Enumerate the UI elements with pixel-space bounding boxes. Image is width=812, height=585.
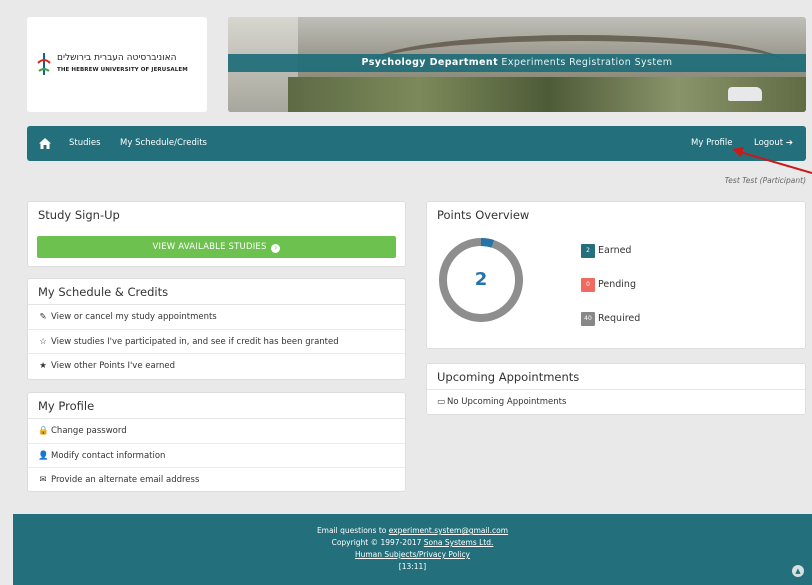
- upcoming-appointments-panel: Upcoming Appointments ▭ No Upcoming Appoi…: [426, 363, 806, 415]
- earned-badge: 2: [581, 244, 595, 258]
- profile-item-label: Provide an alternate email address: [51, 475, 200, 485]
- schedule-credits-panel: My Schedule & Credits ✎ View or cancel my…: [27, 278, 406, 380]
- pending-badge: 0: [581, 278, 595, 292]
- view-available-studies-label: VIEW AVAILABLE STUDIES: [152, 242, 267, 252]
- legend-pending-label: Pending: [598, 279, 636, 290]
- star-half-icon: ☆: [39, 336, 47, 347]
- schedule-item-appointments[interactable]: ✎ View or cancel my study appointments: [28, 305, 405, 330]
- edit-icon: ✎: [39, 312, 47, 322]
- banner-car: [728, 87, 762, 101]
- footer-time: [13:11]: [398, 562, 427, 571]
- schedule-item-participated[interactable]: ☆ View studies I've participated in, and …: [28, 330, 405, 354]
- footer-email-line: Email questions to experiment.system@gma…: [13, 525, 812, 537]
- banner-title-bold: Psychology Department: [361, 57, 499, 68]
- main-navbar: Studies My Schedule/Credits My Profile L…: [27, 126, 806, 161]
- footer-email-prefix: Email questions to: [316, 526, 389, 535]
- lock-icon: 🔒: [38, 426, 49, 436]
- schedule-item-label: View studies I've participated in, and s…: [51, 336, 339, 347]
- banner-title: Psychology Department Experiments Regist…: [228, 54, 806, 72]
- required-badge: 40: [581, 312, 595, 326]
- schedule-credits-title: My Schedule & Credits: [28, 279, 405, 305]
- legend-earned: 2 Earned: [581, 244, 631, 258]
- envelope-icon: ✉: [39, 475, 47, 485]
- university-emblem-icon: [37, 53, 51, 75]
- my-profile-title: My Profile: [28, 393, 405, 419]
- upcoming-appointments-title: Upcoming Appointments: [427, 364, 805, 390]
- university-logo: האוניברסיטה העברית בירושלים THE HEBREW U…: [27, 17, 207, 112]
- arrow-circle-right-icon: ›: [271, 244, 281, 253]
- home-icon[interactable]: [39, 138, 51, 149]
- logo-english-text: THE HEBREW UNIVERSITY OF JERUSALEM: [57, 67, 188, 73]
- banner-title-rest: Experiments Registration System: [498, 57, 673, 68]
- no-appointments-text: No Upcoming Appointments: [447, 397, 567, 407]
- footer-copyright-prefix: Copyright © 1997-2017: [331, 538, 424, 547]
- profile-item-label: Modify contact information: [51, 450, 166, 461]
- annotation-arrow-icon: [732, 147, 812, 174]
- nav-my-profile[interactable]: My Profile: [691, 126, 733, 161]
- logged-in-user: Test Test (Participant): [724, 176, 806, 185]
- page-footer: Email questions to experiment.system@gma…: [13, 514, 812, 585]
- points-overview-title: Points Overview: [437, 208, 530, 222]
- profile-item-label: Change password: [51, 426, 127, 436]
- nav-studies[interactable]: Studies: [69, 126, 101, 161]
- no-appointments-row: ▭ No Upcoming Appointments: [427, 390, 805, 415]
- footer-privacy-policy-link[interactable]: Human Subjects/Privacy Policy: [355, 550, 470, 559]
- footer-email-link[interactable]: experiment.system@gmail.com: [389, 526, 508, 535]
- footer-company-link[interactable]: Sona Systems Ltd.: [424, 538, 494, 547]
- schedule-item-label: View other Points I've earned: [51, 361, 176, 371]
- study-signup-title: Study Sign-Up: [38, 208, 120, 222]
- my-profile-panel: My Profile 🔒 Change password 👤 Modify cont…: [27, 392, 406, 492]
- points-overview-panel: Points Overview 2 2 Earned 0 Pending 40 Req…: [426, 201, 806, 349]
- calendar-icon: ▭: [436, 397, 446, 407]
- star-icon: ★: [39, 361, 47, 371]
- view-available-studies-button[interactable]: VIEW AVAILABLE STUDIES ›: [37, 236, 396, 258]
- schedule-item-label: View or cancel my study appointments: [51, 312, 217, 322]
- points-earned-count: 2: [474, 269, 488, 290]
- legend-earned-label: Earned: [598, 245, 632, 256]
- user-icon: 👤: [38, 450, 49, 461]
- schedule-item-other-points[interactable]: ★ View other Points I've earned: [28, 354, 405, 379]
- footer-copyright-line: Copyright © 1997-2017 Sona Systems Ltd.: [13, 537, 812, 549]
- nav-my-schedule-credits[interactable]: My Schedule/Credits: [120, 126, 207, 161]
- study-signup-panel: Study Sign-Up VIEW AVAILABLE STUDIES ›: [27, 201, 406, 267]
- scroll-to-top-icon[interactable]: ▲: [792, 565, 804, 577]
- legend-required-label: Required: [598, 313, 641, 324]
- profile-item-contact-info[interactable]: 👤 Modify contact information: [28, 444, 405, 468]
- footer-policy-line: Human Subjects/Privacy Policy: [13, 549, 812, 561]
- legend-pending: 0 Pending: [581, 278, 636, 292]
- header-banner: Psychology Department Experiments Regist…: [228, 17, 806, 112]
- profile-item-alternate-email[interactable]: ✉ Provide an alternate email address: [28, 468, 405, 493]
- profile-item-change-password[interactable]: 🔒 Change password: [28, 419, 405, 444]
- logo-hebrew-text: האוניברסיטה העברית בירושלים: [57, 53, 177, 63]
- legend-required: 40 Required: [581, 312, 640, 326]
